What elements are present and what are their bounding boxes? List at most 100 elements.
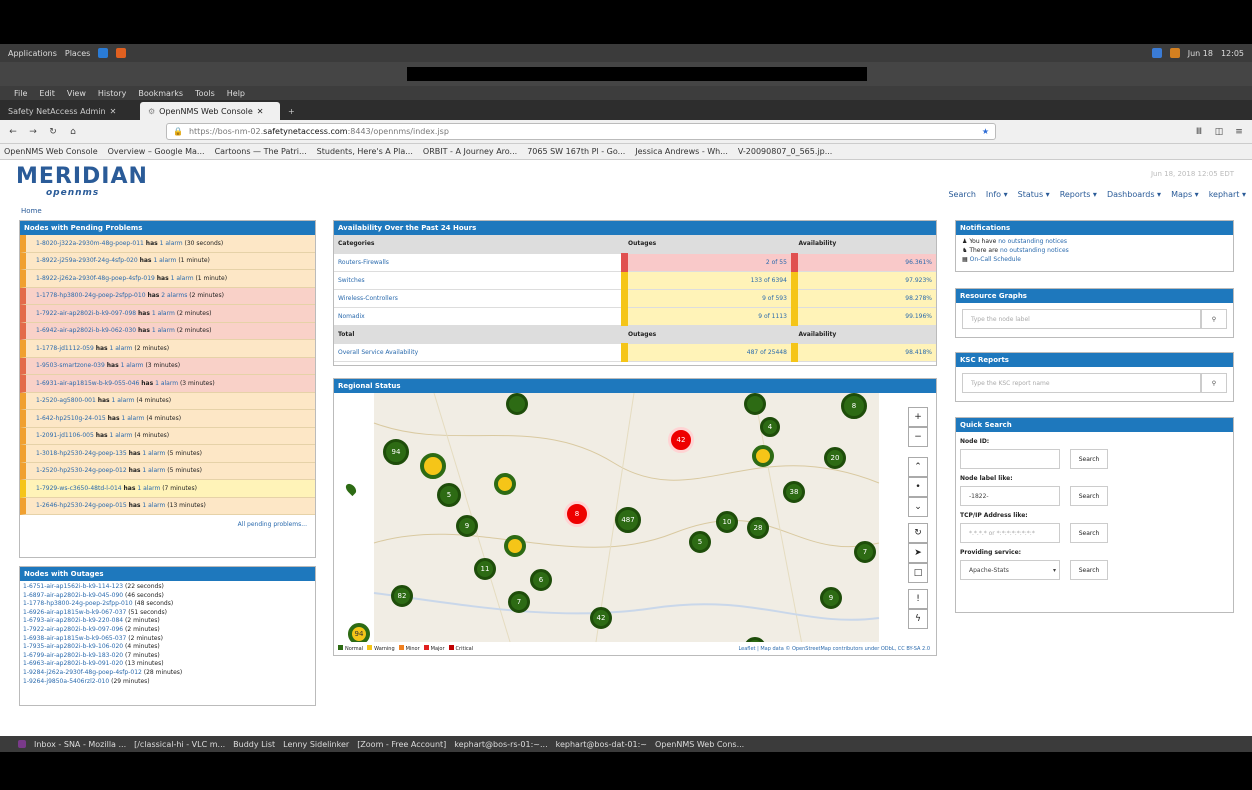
node-link[interactable]: 1-9284-j262a-2930f-48g-poep-4sfp-012 [23, 669, 142, 676]
node-link[interactable]: 1-7929-ws-c3650-48td-l-014 [36, 485, 122, 492]
node-link[interactable]: 1-6751-air-ap1562i-b-k9-114-123 [23, 583, 123, 590]
node-cluster-marker[interactable] [506, 393, 528, 415]
bookmark-item[interactable]: ORBIT - A Journey Aro... [423, 147, 517, 156]
node-cluster-marker[interactable]: 10 [716, 511, 738, 533]
node-link[interactable]: 1-6897-air-ap2802i-b-k9-045-090 [23, 592, 123, 599]
node-link[interactable]: 1-9503-smartzone-039 [36, 362, 105, 369]
resource-graph-input[interactable]: Type the node label [962, 309, 1201, 329]
category-link[interactable]: Routers-Firewalls [334, 253, 624, 272]
show-desktop-icon[interactable] [18, 740, 26, 748]
menu-bookmarks[interactable]: Bookmarks [138, 89, 183, 98]
node-link[interactable]: 1-6793-air-ap2802i-b-k9-220-084 [23, 617, 123, 624]
node-link[interactable]: 1-7922-air-ap2802i-b-k9-097-098 [36, 310, 136, 317]
outage-row[interactable]: 1-6799-air-ap2802i-b-k9-183-020 (7 minut… [20, 652, 315, 661]
pending-problem-row[interactable]: 1-2646-hp2530-24g-poep-015 has 1 alarm (… [20, 497, 315, 515]
pending-problem-row[interactable]: 1-2520-hp2530-24g-poep-012 has 1 alarm (… [20, 462, 315, 480]
node-cluster-marker[interactable]: 94 [383, 439, 409, 465]
ksc-report-input[interactable]: Type the KSC report name [962, 373, 1201, 393]
node-link[interactable]: 1-2520-ag5800-001 [36, 397, 96, 404]
node-id-input[interactable] [960, 449, 1060, 469]
outage-row[interactable]: 1-6963-air-ap2802i-b-k9-091-020 (13 minu… [20, 660, 315, 669]
pending-problem-row[interactable]: 1-1778-hp3800-24g-poep-2sfpp-010 has 2 a… [20, 287, 315, 305]
search-icon[interactable]: ⚲ [1201, 309, 1227, 329]
category-link[interactable]: Switches [334, 271, 624, 290]
alarm-link[interactable]: 1 alarm [160, 240, 183, 247]
regional-map[interactable]: 4 8 94 42 20 38 5 9 8 487 10 28 5 7 11 6 82 9 7 42 94 + − ⌃ … [334, 393, 934, 655]
node-link[interactable]: 1-2646-hp2530-24g-poep-015 [36, 502, 127, 509]
taskbar-item[interactable]: kephart@bos-rs-01:~... [454, 740, 547, 749]
search-button[interactable]: Search [1070, 523, 1108, 543]
node-cluster-marker[interactable]: 9 [820, 587, 842, 609]
pending-problem-row[interactable]: 1-6931-air-ap1815w-b-k9-055-046 has 1 al… [20, 375, 315, 393]
nav-info[interactable]: Info ▾ [986, 190, 1008, 199]
close-icon[interactable]: ✕ [110, 107, 117, 116]
node-cluster-marker[interactable]: 42 [668, 427, 694, 453]
outage-row[interactable]: 1-6751-air-ap1562i-b-k9-114-123 (22 seco… [20, 583, 315, 592]
alarm-link[interactable]: 1 alarm [110, 345, 133, 352]
pan-up-button[interactable]: ⌃ [908, 457, 928, 477]
overall-availability-link[interactable]: Overall Service Availability [334, 343, 624, 362]
taskbar-item[interactable]: [/classical-hi - VLC m... [134, 740, 225, 749]
menu-file[interactable]: File [14, 89, 27, 98]
category-link[interactable]: Nomadix [334, 307, 624, 326]
node-link[interactable]: 1-6942-air-ap2802i-b-k9-062-030 [36, 327, 136, 334]
search-icon[interactable]: ⚲ [1201, 373, 1227, 393]
node-cluster-marker[interactable]: 487 [615, 507, 641, 533]
places-menu[interactable]: Places [65, 49, 90, 58]
category-outages[interactable]: 9 of 593 [620, 289, 795, 308]
node-cluster-marker[interactable]: 20 [824, 447, 846, 469]
outage-row[interactable]: 1-9264-j9850a-5406rzl2-010 (29 minutes) [20, 678, 315, 687]
node-link[interactable]: 1-6926-air-ap1815w-b-k9-067-037 [23, 609, 126, 616]
node-cluster-marker[interactable]: 11 [474, 558, 496, 580]
alarm-link[interactable]: 1 alarm [152, 327, 175, 334]
ip-address-input[interactable]: *.*.*.* or *:*:*:*:*:*:*:* [960, 523, 1060, 543]
alarm-link[interactable]: 2 alarms [161, 292, 187, 299]
pan-down-button[interactable]: ⌄ [908, 497, 928, 517]
category-outages[interactable]: 9 of 1113 [620, 307, 795, 326]
node-cluster-marker[interactable] [744, 393, 766, 415]
user-notices-link[interactable]: no outstanding notices [998, 238, 1067, 245]
node-link[interactable]: 1-6963-air-ap2802i-b-k9-091-020 [23, 660, 123, 667]
menu-help[interactable]: Help [227, 89, 245, 98]
pending-problem-row[interactable]: 1-7929-ws-c3650-48td-l-014 has 1 alarm (… [20, 480, 315, 498]
node-cluster-marker[interactable]: 7 [508, 591, 530, 613]
node-link[interactable]: 1-7935-air-ap2802i-b-k9-106-020 [23, 643, 123, 650]
menu-tools[interactable]: Tools [195, 89, 215, 98]
app-launcher-icon[interactable] [116, 48, 127, 58]
outage-row[interactable]: 1-1778-hp3800-24g-poep-2sfpp-010 (48 sec… [20, 600, 315, 609]
alarm-link[interactable]: 1 alarm [112, 397, 135, 404]
nav-user[interactable]: kephart ▾ [1209, 190, 1246, 199]
reload-icon[interactable]: ↻ [46, 127, 60, 137]
alarm-link[interactable]: 1 alarm [142, 467, 165, 474]
on-call-schedule-link[interactable]: On-Call Schedule [970, 256, 1021, 263]
total-outages[interactable]: 487 of 25448 [620, 343, 795, 362]
close-icon[interactable]: ✕ [257, 107, 264, 116]
pending-problem-row[interactable]: 1-1778-jd1112-059 has 1 alarm (2 minutes… [20, 340, 315, 358]
bookmark-item[interactable]: V-20090807_0_565.jp... [738, 147, 832, 156]
node-cluster-marker[interactable] [420, 453, 446, 479]
node-link[interactable]: 1-2091-jd1106-005 [36, 432, 94, 439]
map-attribution[interactable]: Leaflet | Map data © OpenStreetMap contr… [738, 646, 934, 652]
taskbar-item[interactable]: Inbox - SNA - Mozilla ... [34, 740, 126, 749]
sidebar-icon[interactable]: ◫ [1212, 127, 1226, 137]
bookmark-item[interactable]: OpenNMS Web Console [4, 147, 98, 156]
clock-time[interactable]: 12:05 [1221, 49, 1244, 58]
category-outages[interactable]: 2 of 55 [620, 253, 795, 272]
applications-menu[interactable]: Applications [8, 49, 57, 58]
zoom-in-button[interactable]: + [908, 407, 928, 427]
nav-status[interactable]: Status ▾ [1018, 190, 1050, 199]
home-icon[interactable]: ⌂ [66, 127, 80, 137]
outage-row[interactable]: 1-6938-air-ap1815w-b-k9-065-037 (2 minut… [20, 635, 315, 644]
node-cluster-marker[interactable]: 82 [391, 585, 413, 607]
outage-row[interactable]: 1-7922-air-ap2802i-b-k9-097-096 (2 minut… [20, 626, 315, 635]
pending-problem-row[interactable]: 1-6942-air-ap2802i-b-k9-062-030 has 1 al… [20, 322, 315, 340]
taskbar-item[interactable]: OpenNMS Web Cons... [655, 740, 744, 749]
firefox-launcher-icon[interactable] [98, 48, 109, 58]
pending-problem-row[interactable]: 1-3018-hp2530-24g-poep-135 has 1 alarm (… [20, 445, 315, 463]
url-bar[interactable]: 🔒 https://bos-nm-02.safetynetaccess.com:… [166, 123, 996, 140]
menu-view[interactable]: View [67, 89, 86, 98]
taskbar-item[interactable]: kephart@bos-dat-01:~ [556, 740, 647, 749]
nav-reports[interactable]: Reports ▾ [1060, 190, 1097, 199]
pending-problem-row[interactable]: 1-8922-j259a-2930f-24g-4sfp-020 has 1 al… [20, 252, 315, 270]
node-link[interactable]: 1-9264-j9850a-5406rzl2-010 [23, 678, 109, 685]
